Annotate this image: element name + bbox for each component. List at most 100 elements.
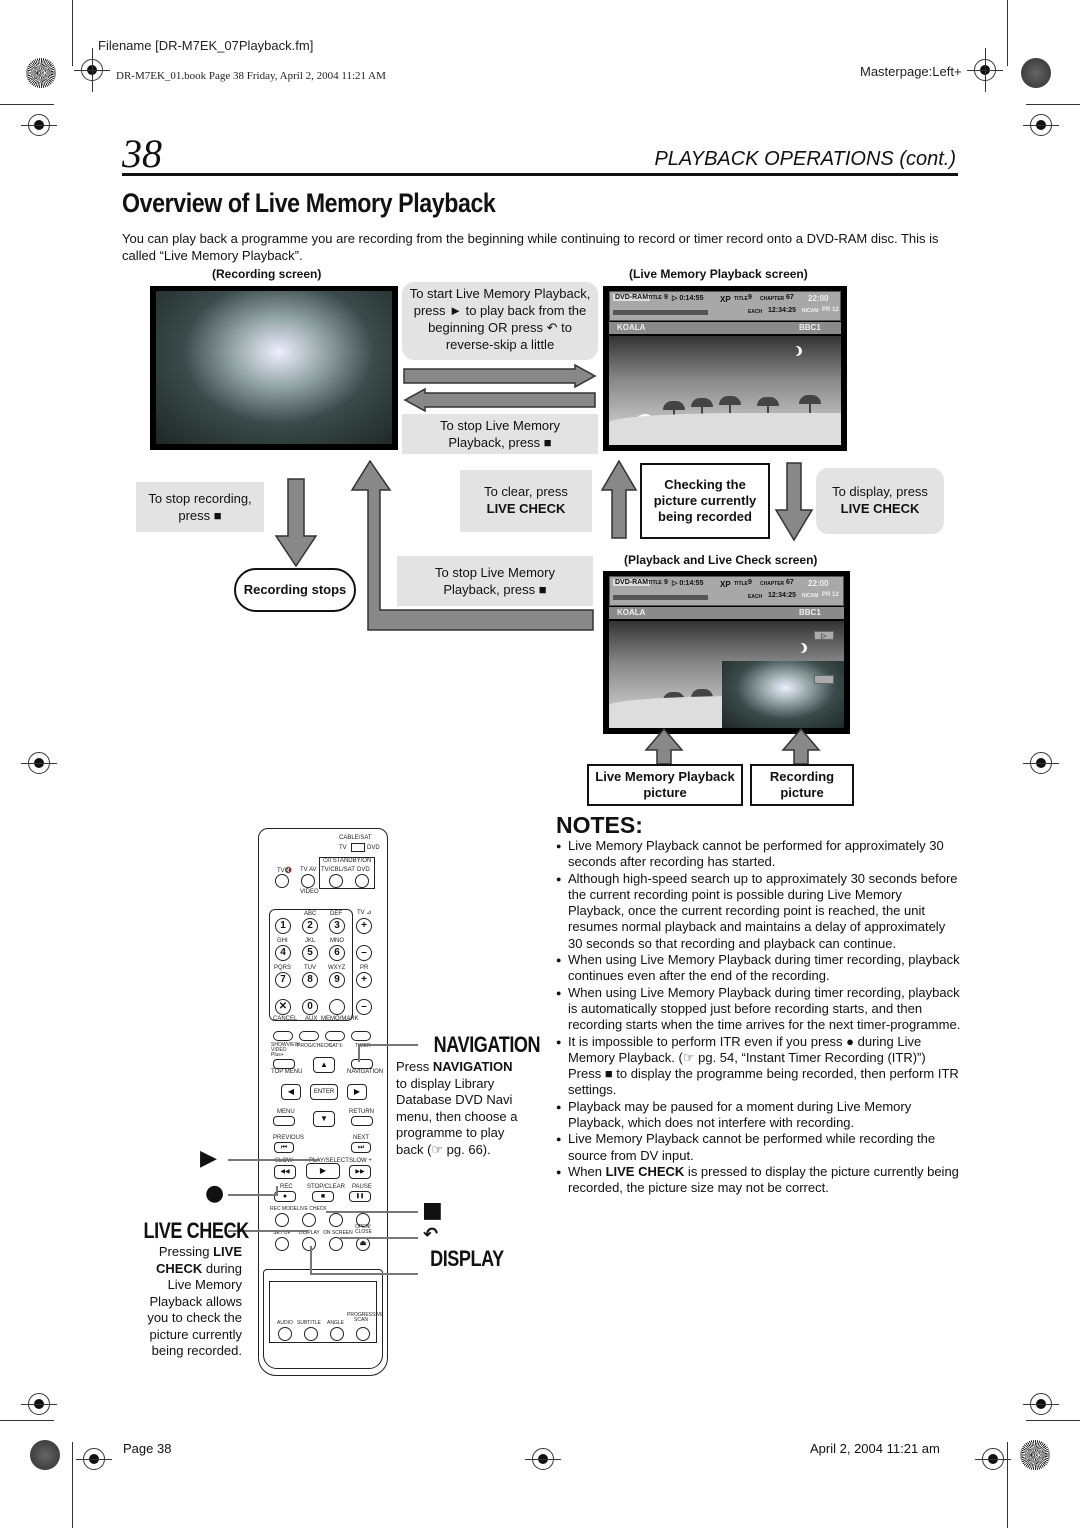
key-5[interactable]: 5 — [302, 945, 318, 961]
enter-button[interactable]: ENTER — [310, 1084, 338, 1100]
beach-scene — [609, 336, 841, 445]
standby-label: ⏻/I STANDBY/ON — [323, 858, 372, 864]
key-3[interactable]: 3 — [329, 918, 345, 934]
text-line: you to check the — [147, 1310, 242, 1325]
stop-clear-button[interactable]: ■ — [312, 1191, 334, 1202]
top-menu-button[interactable] — [273, 1059, 295, 1069]
navigation-callout-title: NAVIGATION — [433, 1032, 541, 1057]
timer-button[interactable] — [351, 1031, 371, 1041]
key-0[interactable]: 0 — [302, 999, 318, 1015]
intro-paragraph: You can play back a programme you are re… — [122, 231, 939, 263]
key-2[interactable]: 2 — [302, 918, 318, 934]
stop-symbol-callout: ■ — [422, 1198, 443, 1223]
play-symbol-callout: ▶ — [200, 1146, 217, 1171]
page-number: 38 — [122, 131, 162, 176]
audio-button[interactable] — [278, 1327, 292, 1341]
key-6[interactable]: 6 — [329, 945, 345, 961]
moon-icon — [789, 346, 799, 356]
skip-back-button[interactable] — [329, 1213, 343, 1227]
lmp-picture-label: Live Memory Playback picture — [587, 764, 743, 806]
key-4[interactable]: 4 — [275, 945, 291, 961]
rec-mode-button[interactable] — [275, 1213, 289, 1227]
arrow-down-icon — [774, 462, 814, 542]
osd-title-label: TITLE — [648, 295, 662, 301]
down-button[interactable]: ▼ — [313, 1111, 335, 1127]
key-9[interactable]: 9 — [329, 972, 345, 988]
to-display-instruction: To display, press LIVE CHECK — [816, 468, 944, 534]
on-screen-button[interactable] — [329, 1237, 343, 1251]
showview-label: SHOWVIEW VIDEO Plus+ — [271, 1042, 300, 1058]
notes-list: Live Memory Playback cannot be performed… — [556, 838, 961, 1197]
progressive-scan-button[interactable] — [356, 1327, 370, 1341]
showview-button[interactable] — [273, 1031, 293, 1041]
key-7[interactable]: 7 — [275, 972, 291, 988]
pause-button[interactable]: ❚❚ — [349, 1191, 371, 1202]
tv-cbl-sat-power-button[interactable] — [329, 874, 343, 888]
recording-screen-image — [150, 286, 398, 450]
tv-av-button[interactable] — [301, 874, 315, 888]
angle-button[interactable] — [330, 1327, 344, 1341]
arrow-up-icon — [644, 728, 684, 765]
return-button[interactable] — [351, 1116, 373, 1126]
video-label: VIDEO — [300, 889, 319, 895]
lmp-screen-caption: (Live Memory Playback screen) — [629, 267, 808, 281]
text-line: Live Memory Playback — [595, 769, 735, 784]
text-line: back (☞ pg. 66). — [396, 1141, 491, 1157]
text-line: Live Memory — [167, 1277, 242, 1292]
leader-line — [228, 1159, 320, 1161]
crop-mark — [72, 0, 73, 66]
up-button[interactable]: ▲ — [313, 1057, 335, 1073]
osd-channel: BBC1 — [799, 323, 821, 332]
right-button[interactable]: ▶ — [347, 1084, 367, 1100]
text-span: When — [568, 1163, 606, 1179]
prog-check-label: PROG/CHECK — [297, 1043, 331, 1049]
leader-line — [358, 1044, 418, 1046]
live-check-callout-title: LIVE CHECK — [143, 1218, 250, 1243]
cancel-button[interactable]: ✕ — [275, 999, 291, 1015]
key-1[interactable]: 1 — [275, 918, 291, 934]
osd-disc: DVD-RAM — [613, 579, 651, 586]
registration-mark-icon — [1023, 114, 1059, 136]
text-line: Pressing LIVE — [120, 1244, 242, 1261]
subtitle-button[interactable] — [304, 1327, 318, 1341]
plc-screen-caption: (Playback and Live Check screen) — [624, 553, 818, 567]
memo-mark-button[interactable] — [329, 999, 345, 1015]
registration-disc-star-icon — [26, 58, 56, 88]
osd-title2-num: 9 — [748, 579, 752, 586]
key-8[interactable]: 8 — [302, 972, 318, 988]
fast-forward-button[interactable]: ▶▶ — [349, 1165, 371, 1179]
osd-clock: 22:00 — [808, 294, 829, 303]
navigation-button[interactable] — [351, 1059, 373, 1069]
pr-down-button[interactable]: – — [356, 999, 372, 1015]
dvd-power-button[interactable] — [355, 874, 369, 888]
play-button[interactable]: ▶ — [306, 1163, 340, 1179]
live-check-button[interactable] — [302, 1213, 316, 1227]
previous-button[interactable]: ⏮ — [274, 1142, 294, 1153]
rewind-button[interactable]: ◀◀ — [274, 1165, 296, 1179]
plc-screen: DVD-RAM TITLE 9 ▷ 0:14:55 XP TITLE 9 CHA… — [603, 571, 850, 734]
menu-button[interactable] — [273, 1116, 295, 1126]
text-span: Press — [396, 1059, 433, 1074]
next-button[interactable]: ⏭ — [351, 1142, 371, 1153]
key-letters: TUV — [304, 965, 316, 971]
display-button[interactable] — [302, 1237, 316, 1251]
tv-volume-up-button[interactable]: + — [356, 918, 372, 934]
prog-check-button[interactable] — [299, 1031, 319, 1041]
left-button[interactable]: ◀ — [281, 1084, 301, 1100]
rec-symbol-callout: ● — [205, 1181, 225, 1206]
text-line: LIVE CHECK — [486, 501, 566, 516]
osd-each-label: EACH — [748, 594, 763, 600]
set-up-button[interactable] — [275, 1237, 289, 1251]
text-line: picture currently — [653, 493, 757, 508]
tv-mute-button[interactable] — [275, 874, 289, 888]
sat-button[interactable] — [325, 1031, 345, 1041]
text-line: Checking the — [664, 477, 746, 492]
note-item: When LIVE CHECK is pressed to display th… — [556, 1164, 961, 1197]
note-item: Although high-speed search up to approxi… — [556, 871, 961, 952]
stop-recording-instruction: To stop recording, press ■ — [136, 482, 264, 532]
tv-dvd-switch[interactable] — [351, 843, 365, 852]
tv-volume-down-button[interactable]: – — [356, 945, 372, 961]
pr-up-button[interactable]: + — [356, 972, 372, 988]
open-close-button[interactable]: ⏏ — [356, 1237, 370, 1251]
next-label: NEXT — [353, 1135, 370, 1141]
